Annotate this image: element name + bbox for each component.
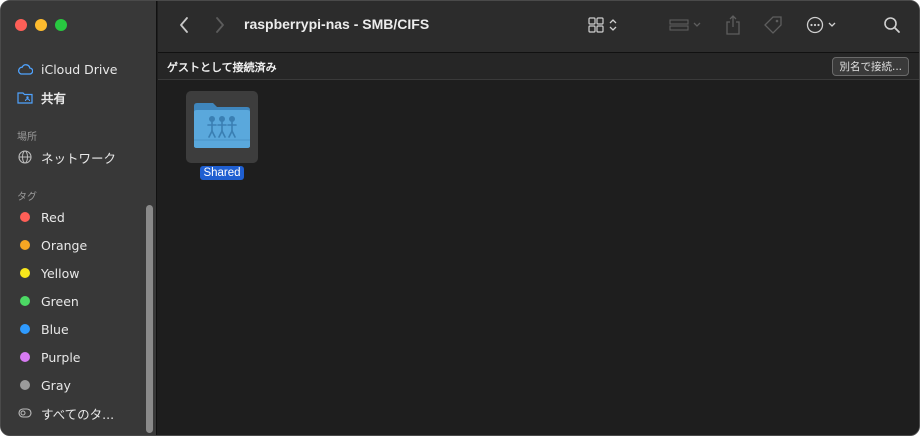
sidebar-all-tags[interactable]: すべてのタ... xyxy=(17,402,114,424)
sidebar-tag-gray[interactable]: Gray xyxy=(17,374,71,396)
file-name: Shared xyxy=(200,166,244,180)
connect-as-button[interactable]: 別名で接続... xyxy=(832,57,909,76)
sidebar-item-shared[interactable]: 共有 xyxy=(17,86,66,108)
locations-section-header: 場所 xyxy=(17,132,37,143)
connection-status: ゲストとして接続済み xyxy=(167,61,277,74)
tag-color-dot xyxy=(17,377,33,393)
tags-section-header: タグ xyxy=(17,192,37,203)
chevron-right-icon xyxy=(215,17,225,37)
tag-color-dot xyxy=(17,265,33,281)
tag-color-dot xyxy=(17,237,33,253)
sidebar-item-label: Red xyxy=(41,209,65,225)
connection-bar: ゲストとして接続済み 別名で接続... xyxy=(158,53,919,80)
file-item-shared[interactable]: Shared xyxy=(186,91,258,180)
sidebar-tag-red[interactable]: Red xyxy=(17,206,65,228)
file-thumbnail xyxy=(186,91,258,163)
more-actions-button[interactable] xyxy=(803,14,843,40)
sidebar-item-label: Orange xyxy=(41,237,88,253)
minimize-window-button[interactable] xyxy=(35,19,47,31)
all-tags-icon xyxy=(17,405,33,421)
sidebar-item-label: Gray xyxy=(41,377,71,393)
sidebar-item-label: ネットワーク xyxy=(41,150,117,166)
finder-window: iCloud Drive 共有 場所 ネットワーク タグ Red Orange … xyxy=(0,0,920,436)
back-button[interactable] xyxy=(172,14,196,40)
search-icon xyxy=(883,16,901,38)
forward-button[interactable] xyxy=(208,14,232,40)
search-button[interactable] xyxy=(880,14,904,40)
sidebar-tag-blue[interactable]: Blue xyxy=(17,318,69,340)
shared-folder-icon xyxy=(17,89,33,105)
share-button[interactable] xyxy=(722,14,744,40)
ellipsis-circle-icon xyxy=(805,16,841,38)
sidebar-item-network[interactable]: ネットワーク xyxy=(17,146,116,168)
chevron-left-icon xyxy=(179,17,189,37)
sidebar-tag-yellow[interactable]: Yellow xyxy=(17,262,79,284)
group-by-icon xyxy=(668,17,704,37)
sidebar-tag-purple[interactable]: Purple xyxy=(17,346,80,368)
tag-color-dot xyxy=(17,209,33,225)
sidebar-tag-green[interactable]: Green xyxy=(17,290,79,312)
tag-icon xyxy=(763,15,783,39)
sidebar-item-label: Green xyxy=(41,293,79,309)
sidebar: iCloud Drive 共有 場所 ネットワーク タグ Red Orange … xyxy=(1,1,157,435)
group-by-button[interactable] xyxy=(666,14,706,40)
share-icon xyxy=(725,15,741,39)
toolbar: raspberrypi-nas - SMB/CIFS xyxy=(158,1,919,53)
window-controls xyxy=(15,19,67,31)
sidebar-item-label: 共有 xyxy=(41,90,67,106)
sidebar-tag-orange[interactable]: Orange xyxy=(17,234,87,256)
tag-button[interactable] xyxy=(761,14,785,40)
window-title: raspberrypi-nas - SMB/CIFS xyxy=(244,16,430,32)
network-globe-icon xyxy=(17,149,33,165)
grid-view-icon xyxy=(586,16,620,38)
sidebar-item-label: iCloud Drive xyxy=(41,61,118,77)
view-mode-button[interactable] xyxy=(583,14,623,40)
sidebar-scrollbar[interactable] xyxy=(146,205,153,433)
close-window-button[interactable] xyxy=(15,19,27,31)
tag-color-dot xyxy=(17,349,33,365)
sidebar-item-label: Yellow xyxy=(41,265,80,281)
tag-color-dot xyxy=(17,321,33,337)
shared-network-folder-icon xyxy=(192,100,252,154)
sidebar-item-icloud-drive[interactable]: iCloud Drive xyxy=(17,58,117,80)
cloud-icon xyxy=(17,61,33,77)
zoom-window-button[interactable] xyxy=(55,19,67,31)
sidebar-item-label: Blue xyxy=(41,321,69,337)
sidebar-item-label: Purple xyxy=(41,349,81,365)
sidebar-item-label: すべてのタ... xyxy=(41,406,115,422)
file-browser[interactable]: Shared xyxy=(158,81,919,435)
tag-color-dot xyxy=(17,293,33,309)
